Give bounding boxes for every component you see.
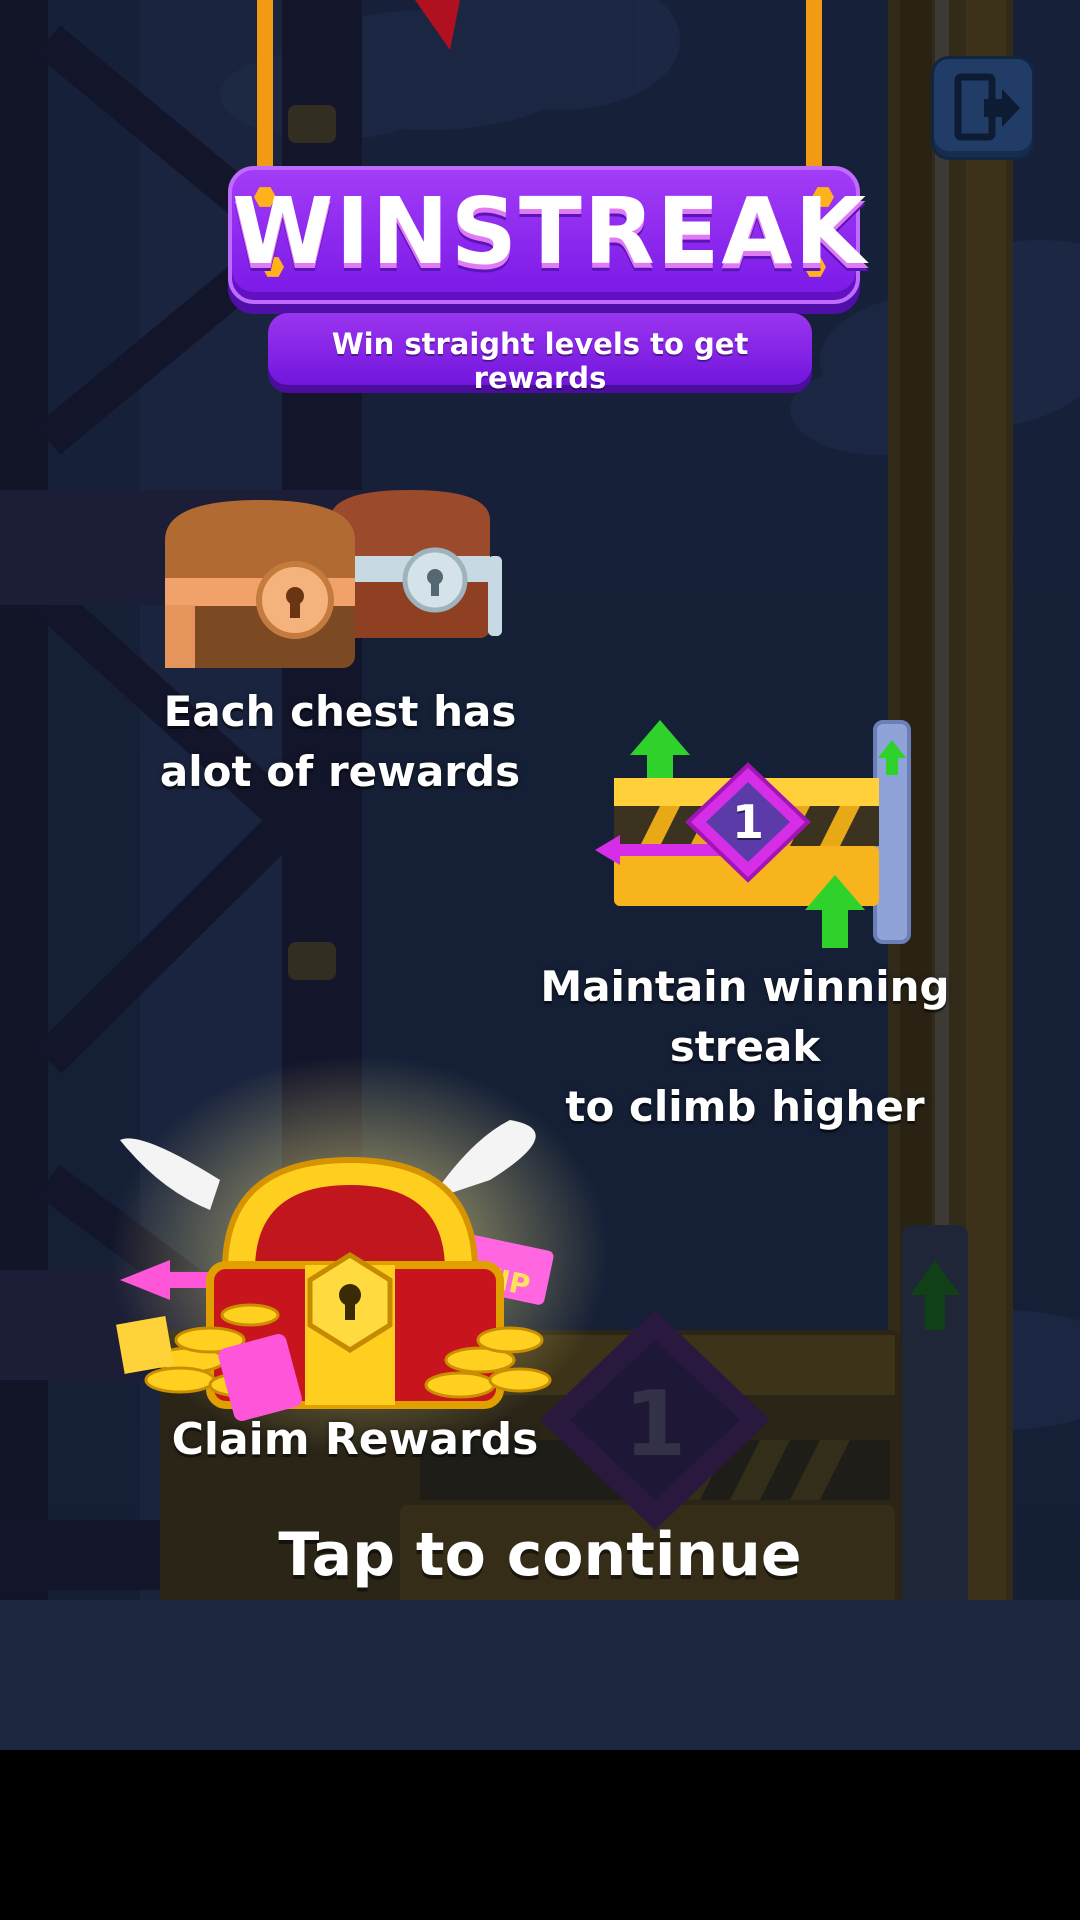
exit-door-icon bbox=[954, 73, 1020, 141]
title-sign: WINSTREAK bbox=[228, 166, 868, 304]
bottom-black-bar bbox=[0, 1750, 1080, 1920]
streak-badge-number: 1 bbox=[731, 795, 764, 849]
winged-treasure-chest-icon: VIP bbox=[110, 1055, 610, 1455]
winstreak-title: WINSTREAK bbox=[232, 178, 868, 285]
chest-rewards-line1: Each chest has bbox=[163, 687, 517, 736]
twin-chests-icon bbox=[165, 490, 502, 668]
subtitle-banner: Win straight levels to get rewards bbox=[268, 313, 812, 395]
chest-rewards-text: Each chest has alot of rewards bbox=[140, 682, 540, 802]
chest-rewards-line2: alot of rewards bbox=[159, 747, 521, 796]
up-arrow-icon bbox=[630, 720, 690, 780]
bronze-chest-icon bbox=[165, 500, 355, 668]
tap-to-continue[interactable]: Tap to continue bbox=[0, 1520, 1080, 1590]
exit-button[interactable] bbox=[931, 56, 1035, 160]
game-scene[interactable]: 1 WINSTREAK Win straight levels to get r… bbox=[0, 0, 1080, 1750]
subtitle-text: Win straight levels to get rewards bbox=[331, 327, 749, 395]
silver-chest-icon bbox=[330, 490, 502, 638]
claim-rewards-text: Claim Rewards bbox=[171, 1414, 539, 1465]
